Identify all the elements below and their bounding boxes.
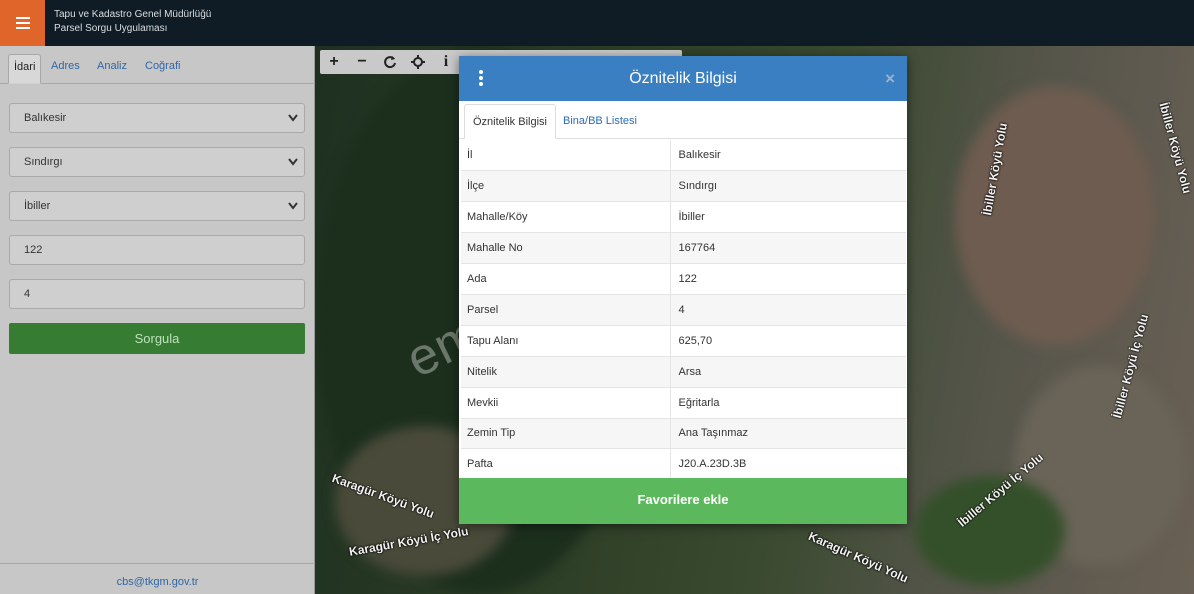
attribute-key: Zemin Tip <box>461 418 671 450</box>
mahalle-select[interactable]: İbiller <box>9 191 305 221</box>
zoom-in-icon[interactable]: + <box>324 53 344 71</box>
table-row: Mahalle No 167764 <box>461 232 906 265</box>
chevron-down-icon <box>288 114 298 122</box>
attribute-key: Parsel <box>461 294 671 326</box>
attribute-key: Mahalle No <box>461 232 671 265</box>
attribute-value: Eğritarla <box>670 387 906 419</box>
parsel-input[interactable]: 4 <box>9 279 305 309</box>
org-name: Tapu ve Kadastro Genel Müdürlüğü <box>54 9 212 20</box>
hamburger-icon <box>15 17 30 29</box>
add-to-favorites-button[interactable]: Favorilere ekle <box>459 478 907 524</box>
table-row: Tapu Alanı 625,70 <box>461 325 906 357</box>
attribute-key: Nitelik <box>461 356 671 388</box>
attribute-key: İlçe <box>461 170 671 203</box>
attribute-value: 122 <box>670 263 906 295</box>
close-icon[interactable]: × <box>885 69 895 89</box>
chevron-down-icon <box>288 158 298 166</box>
contact-email-link[interactable]: cbs@tkgm.gov.tr <box>0 576 315 588</box>
tab-analiz[interactable]: Analiz <box>92 54 132 84</box>
refresh-icon[interactable] <box>380 53 400 71</box>
tab-bina-bb-listesi[interactable]: Bina/BB Listesi <box>555 104 645 139</box>
table-row: Nitelik Arsa <box>461 356 906 388</box>
table-row: Ada 122 <box>461 263 906 295</box>
il-select-value: Balıkesir <box>24 112 67 124</box>
attribute-key: Mevkii <box>461 387 671 419</box>
table-row: Zemin Tip Ana Taşınmaz <box>461 418 906 450</box>
app-name: Parsel Sorgu Uygulaması <box>54 23 168 34</box>
table-row: Mevkii Eğritarla <box>461 387 906 419</box>
ada-input[interactable]: 122 <box>9 235 305 265</box>
road-label: İbiller Köyü Yolu <box>1156 101 1194 196</box>
ilce-select-value: Sındırgı <box>24 156 63 168</box>
tab-cografi[interactable]: Coğrafi <box>140 54 185 84</box>
attribute-key: Mahalle/Köy <box>461 201 671 234</box>
hamburger-menu-button[interactable] <box>0 0 45 46</box>
attribute-value: Arsa <box>670 356 906 388</box>
table-row: Pafta J20.A.23D.3B <box>461 448 906 481</box>
modal-tabs: Öznitelik Bilgisi Bina/BB Listesi <box>459 101 907 139</box>
locate-icon[interactable] <box>408 53 428 71</box>
sidebar-footer-divider <box>0 563 315 564</box>
attribute-key: İl <box>461 140 671 172</box>
table-row: Parsel 4 <box>461 294 906 326</box>
sorgula-button[interactable]: Sorgula <box>9 323 305 354</box>
attribute-value: 167764 <box>670 232 906 265</box>
table-row: İl Balıkesir <box>461 140 906 172</box>
attribute-info-modal: Öznitelik Bilgisi × Öznitelik Bilgisi Bi… <box>459 56 907 524</box>
tab-idari[interactable]: İdari <box>8 54 42 84</box>
attribute-key: Pafta <box>461 448 671 481</box>
tab-oznitelik-bilgisi[interactable]: Öznitelik Bilgisi <box>464 104 556 139</box>
attribute-table: İl Balıkesir İlçe Sındırgı Mahalle/Köy İbille… <box>461 140 906 481</box>
table-row: Mahalle/Köy İbiller <box>461 201 906 234</box>
ilce-select[interactable]: Sındırgı <box>9 147 305 177</box>
zoom-out-icon[interactable]: − <box>352 53 372 71</box>
il-select[interactable]: Balıkesir <box>9 103 305 133</box>
table-row: İlçe Sındırgı <box>461 170 906 203</box>
road-label: Karagür Köyü Yolu <box>806 529 911 586</box>
top-bar: Tapu ve Kadastro Genel Müdürlüğü Parsel … <box>0 0 1194 46</box>
info-icon[interactable]: i <box>436 53 456 71</box>
attribute-key: Ada <box>461 263 671 295</box>
attribute-value: Balıkesir <box>670 140 906 172</box>
sidebar: İdari Adres Analiz Coğrafi Balıkesir Sın… <box>0 46 315 594</box>
attribute-value: 625,70 <box>670 325 906 357</box>
attribute-value: J20.A.23D.3B <box>670 448 906 481</box>
chevron-down-icon <box>288 202 298 210</box>
attribute-key: Tapu Alanı <box>461 325 671 357</box>
mahalle-select-value: İbiller <box>24 200 51 212</box>
attribute-value: 4 <box>670 294 906 326</box>
modal-title: Öznitelik Bilgisi <box>629 70 737 87</box>
attribute-value: İbiller <box>670 201 906 234</box>
app-title: Tapu ve Kadastro Genel Müdürlüğü Parsel … <box>54 8 211 36</box>
modal-header: Öznitelik Bilgisi × <box>459 56 907 101</box>
attribute-value: Sındırgı <box>670 170 906 203</box>
tab-adres[interactable]: Adres <box>46 54 85 84</box>
attribute-value: Ana Taşınmaz <box>670 418 906 450</box>
sidebar-tabs: İdari Adres Analiz Coğrafi <box>0 46 315 84</box>
